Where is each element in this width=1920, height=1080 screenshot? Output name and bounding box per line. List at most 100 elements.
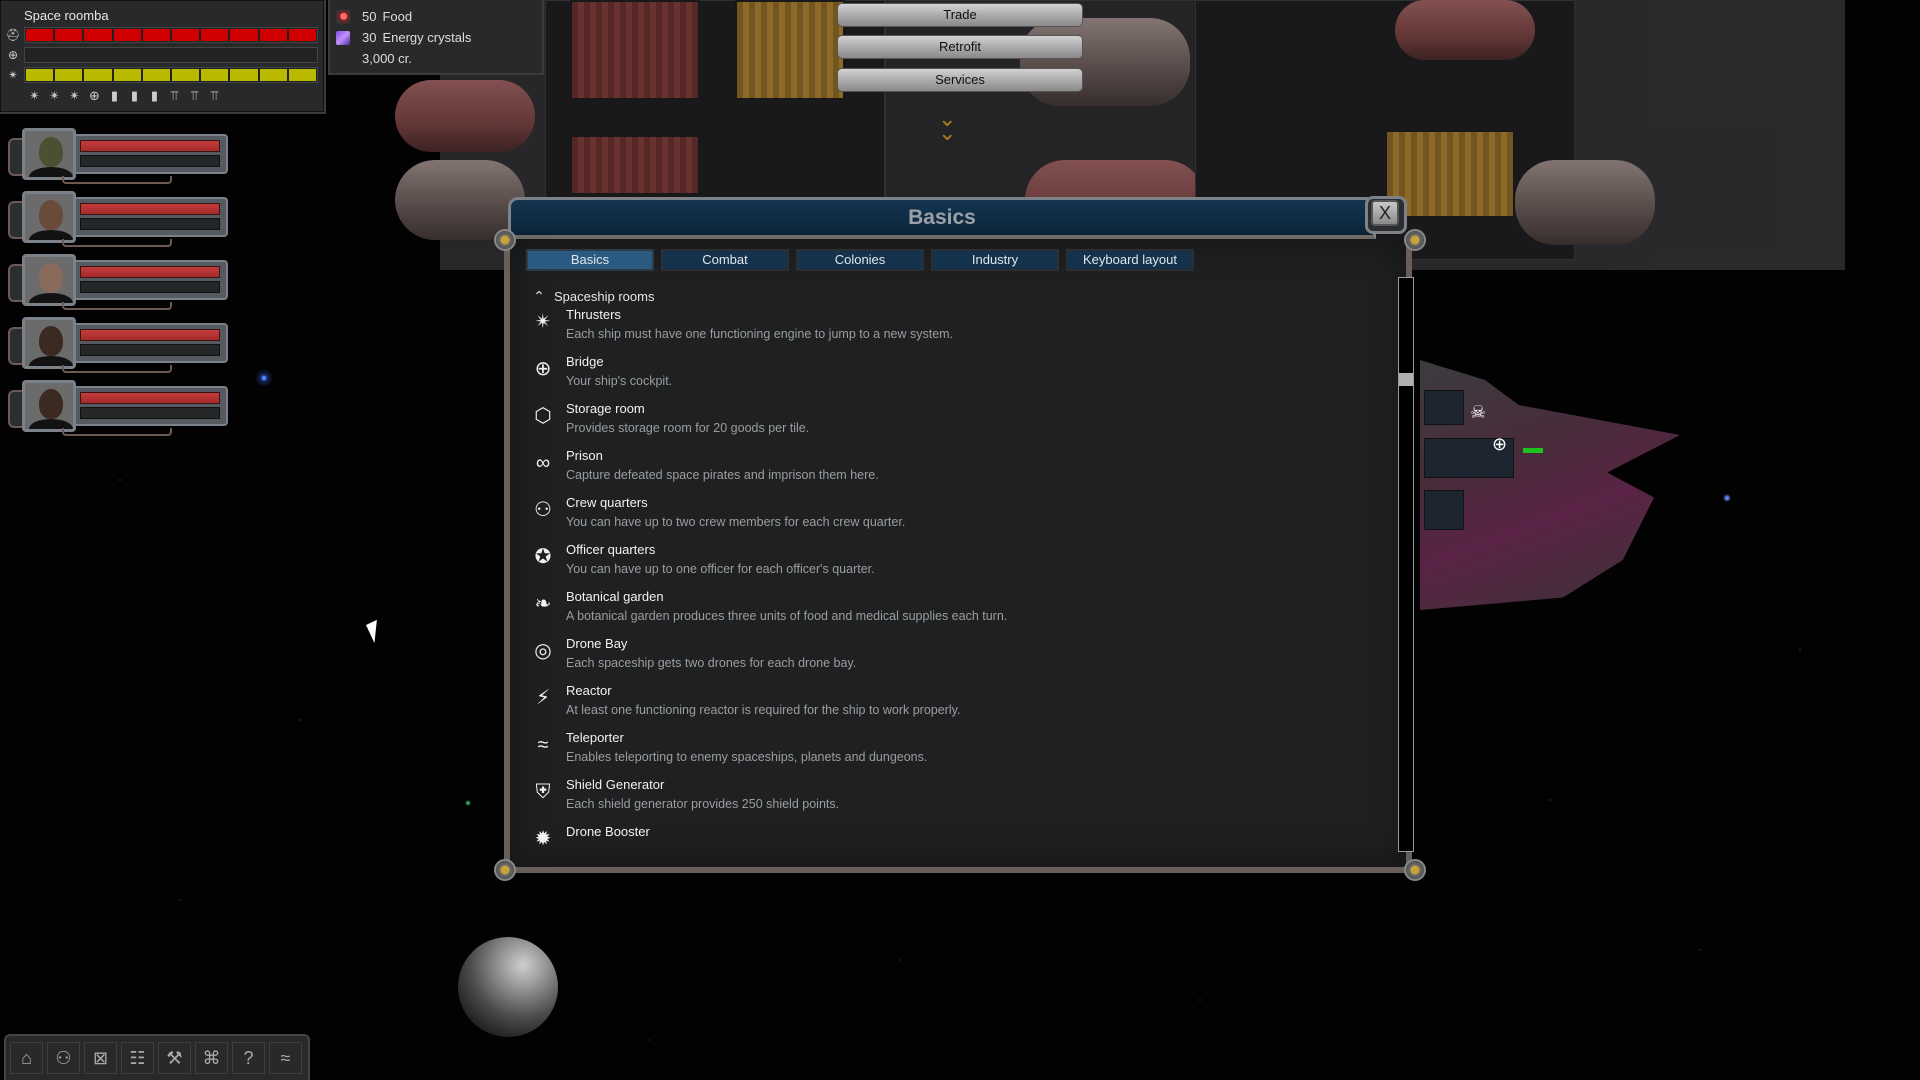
crew-bars — [76, 386, 228, 426]
item-name: Reactor — [566, 683, 612, 698]
teleport-button[interactable]: ≈ — [269, 1042, 302, 1074]
tab-industry[interactable]: Industry — [931, 249, 1059, 271]
food-amount: 50 — [362, 9, 377, 24]
crew-health-bar — [80, 329, 220, 341]
crew-button[interactable]: ⚇ — [47, 1042, 80, 1074]
list-item[interactable]: ◎ Drone Bay Each spaceship gets two drones… — [528, 634, 1388, 681]
item-name: Crew quarters — [566, 495, 648, 510]
credits: 3,000 cr. — [362, 51, 412, 66]
list-item[interactable]: ✹ Drone Booster — [528, 822, 1388, 857]
bar-segment — [230, 29, 258, 41]
crew-member-card[interactable] — [6, 128, 228, 186]
crew-portrait[interactable] — [22, 317, 76, 369]
bridge-icon[interactable]: ⊕ — [86, 87, 103, 104]
ship-button[interactable]: ⌂ — [10, 1042, 43, 1074]
fuel-row: ✴ — [4, 66, 320, 84]
tab-basics[interactable]: Basics — [526, 249, 654, 271]
tools-button[interactable]: ⚒ — [158, 1042, 191, 1074]
list-item[interactable]: ⬡ Storage room Provides storage room for 2… — [528, 399, 1388, 446]
drone-bay-icon: ◎ — [534, 640, 552, 662]
reactor-icon[interactable]: ▮ — [106, 87, 123, 104]
scrollbar-thumb[interactable] — [1399, 373, 1413, 386]
tab-keyboard-layout[interactable]: Keyboard layout — [1066, 249, 1194, 271]
services-button[interactable]: Services — [837, 68, 1083, 92]
energy-label: Energy crystals — [382, 30, 472, 45]
energy-crystal-icon — [336, 30, 350, 45]
list-item[interactable]: ≈ Teleporter Enables teleporting to enemy … — [528, 728, 1388, 775]
crew-member-card[interactable] — [6, 254, 228, 312]
list-item[interactable]: ⚇ Crew quarters You can have up to two cre… — [528, 493, 1388, 540]
reactor-icon[interactable]: ▮ — [126, 87, 143, 104]
list-item[interactable]: ❧ Botanical garden A botanical garden prod… — [528, 587, 1388, 634]
crew-member-card[interactable] — [6, 317, 228, 375]
reactor-icon[interactable]: ▮ — [146, 87, 163, 104]
reactor-icon: ⚡ — [535, 687, 551, 709]
list-item[interactable]: ✴ Thrusters Each ship must have one functi… — [528, 305, 1388, 352]
help-button[interactable]: ? — [232, 1042, 265, 1074]
item-description: Enables teleporting to enemy spaceships,… — [566, 750, 928, 764]
energy-resource: 30 Energy crystals — [336, 30, 471, 45]
topic-list: ⌃ Spaceship rooms ✴ Thrusters Each ship mu… — [528, 287, 1388, 857]
list-item[interactable]: ∞ Prison Capture defeated space pirates an… — [528, 446, 1388, 493]
tech-button[interactable]: ⌘ — [195, 1042, 228, 1074]
thruster-icon[interactable]: ✴ — [66, 87, 83, 104]
tab-colonies[interactable]: Colonies — [796, 249, 924, 271]
chevron-up-icon[interactable]: ⌃ — [528, 288, 550, 305]
crew-member-card[interactable] — [6, 380, 228, 438]
retrofit-button[interactable]: Retrofit — [837, 35, 1083, 59]
crew-portrait[interactable] — [22, 380, 76, 432]
credits-amount: 3,000 cr. — [362, 51, 412, 66]
section-spaceship-rooms[interactable]: ⌃ Spaceship rooms — [528, 287, 1388, 305]
crew-member-card[interactable] — [6, 191, 228, 249]
officer-badge-icon: ✪ — [534, 546, 552, 568]
turret-icon[interactable]: ⫪ — [206, 87, 223, 104]
portrait-head — [39, 326, 63, 356]
food-label: Food — [382, 9, 413, 24]
card-foot — [62, 302, 172, 310]
tools-icon: ⚒ — [166, 1047, 183, 1068]
shield-icon: ⊕ — [7, 48, 19, 62]
bottom-toolbar: ⌂ ⚇ ⊠ ☷ ⚒ ⌘? ≈ — [4, 1034, 310, 1080]
ship-room[interactable] — [1424, 490, 1464, 530]
list-item[interactable]: ⛨ Shield Generator Each shield generator p… — [528, 775, 1388, 822]
cargo-icon: ⊠ — [92, 1047, 109, 1068]
crew-portrait[interactable] — [22, 191, 76, 243]
item-name: Thrusters — [566, 307, 621, 322]
crew-portrait[interactable] — [22, 254, 76, 306]
bar-segment — [114, 49, 141, 61]
turret-icon[interactable]: ⫪ — [166, 87, 183, 104]
turret-icon: ☠ — [1470, 402, 1487, 422]
item-description: At least one functioning reactor is requ… — [566, 703, 961, 717]
bar-segment — [288, 29, 317, 41]
bar-segment — [172, 69, 200, 81]
player-ship[interactable]: ☠ ⊕ — [1420, 360, 1680, 610]
hull-row: ⛑ — [4, 26, 320, 44]
cargo-button[interactable]: ⊠ — [84, 1042, 117, 1074]
bar-segment — [55, 29, 83, 41]
teleporter-icon: ≈ — [537, 734, 549, 756]
crew-quarters-icon: ⚇ — [534, 499, 552, 521]
thruster-icon[interactable]: ✴ — [26, 87, 43, 104]
frame-corner — [1404, 859, 1426, 881]
turret-icon[interactable]: ⫪ — [186, 87, 203, 104]
crew-portrait[interactable] — [22, 128, 76, 180]
scrollbar[interactable] — [1398, 277, 1414, 852]
map-button[interactable]: ☷ — [121, 1042, 154, 1074]
frame-corner — [494, 229, 516, 251]
list-item[interactable]: ⚡ Reactor At least one functioning reactor… — [528, 681, 1388, 728]
carrot-icon: ❧ — [534, 593, 552, 615]
list-item[interactable]: ✪ Officer quarters You can have up to one … — [528, 540, 1388, 587]
tab-combat[interactable]: Combat — [661, 249, 789, 271]
bar-segment — [84, 29, 112, 41]
help-icon: ? — [243, 1047, 254, 1068]
tech-icon: ⌘ — [202, 1047, 221, 1068]
list-item[interactable]: ⊕ Bridge Your ship's cockpit. — [528, 352, 1388, 399]
thruster-icon[interactable]: ✴ — [46, 87, 63, 104]
planet[interactable] — [458, 937, 558, 1037]
bar-segment — [289, 49, 316, 61]
trade-button[interactable]: Trade — [837, 3, 1083, 27]
ship-room[interactable] — [1424, 390, 1464, 425]
portrait-head — [39, 137, 63, 167]
close-button[interactable]: X — [1371, 200, 1399, 226]
shield-generator-icon: ⛨ — [535, 781, 551, 803]
